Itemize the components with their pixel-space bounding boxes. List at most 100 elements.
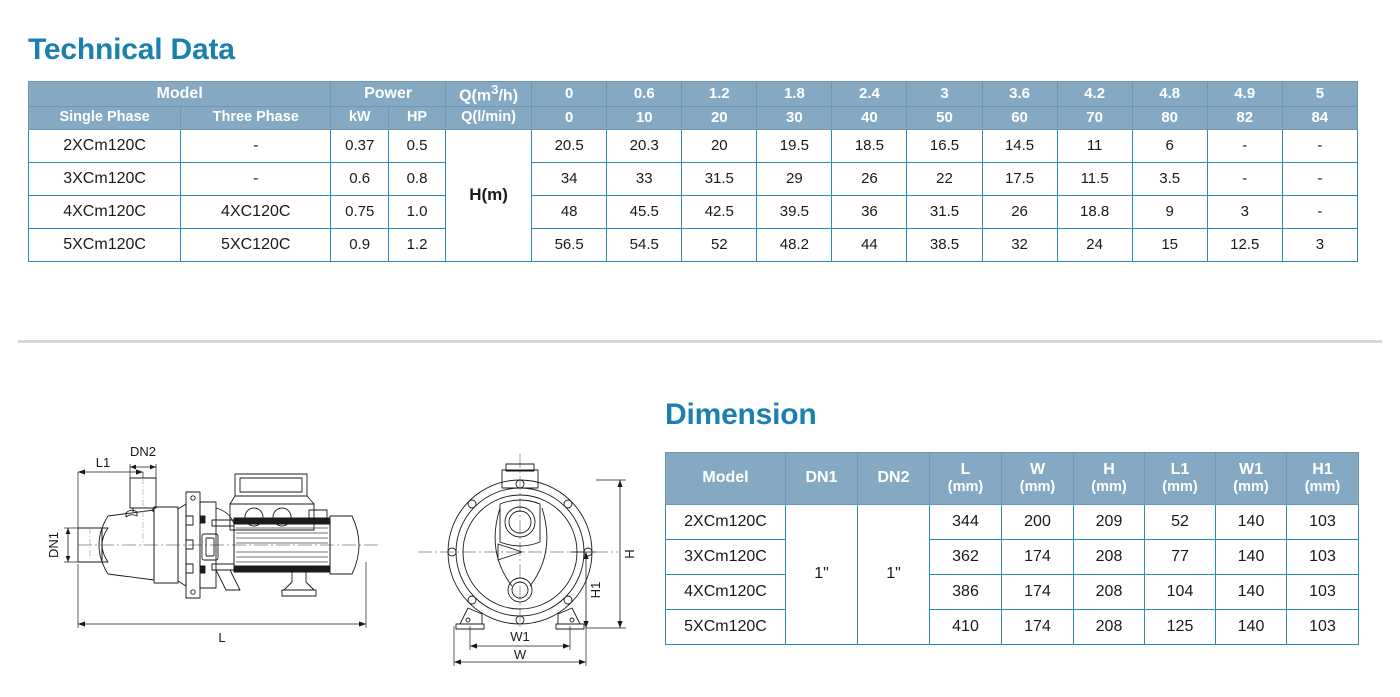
tech-flow-m3h-0: 0: [531, 81, 608, 107]
dim-header-w1-unit: (mm): [1233, 479, 1269, 496]
tech-header-model: Model: [27, 81, 332, 107]
drawing-label-h: H: [622, 549, 637, 558]
q-m3h-text: Q(m: [459, 87, 492, 105]
dim-header-h1-text: H1: [1312, 460, 1333, 478]
dim-header-row: Model DN1 DN2 L (mm) W (mm) H (mm) L1 (mm) W…: [665, 452, 1359, 505]
tech-row-1-head-9: -: [1206, 161, 1283, 196]
drawing-label-l: L: [218, 630, 225, 645]
tech-row-1-head-4: 26: [831, 161, 908, 196]
drawing-label-w1: W1: [510, 629, 530, 644]
tech-flow-m3h-2: 1.2: [681, 81, 758, 107]
dim-row-1-w1: 140: [1215, 539, 1287, 575]
dim-row-0-w: 200: [1001, 504, 1074, 540]
dim-row-3-l: 410: [929, 609, 1002, 645]
table-row: 2XCm120C - 0.37 0.5 H(m) 20.5 20.3 20 19…: [27, 128, 1359, 262]
tech-header-row-2: Single Phase Three Phase kW HP Q(l/min) …: [27, 105, 1359, 130]
tech-row-3-head-9: 12.5: [1206, 227, 1283, 262]
dim-row-2-model: 4XCm120C: [665, 574, 786, 610]
dim-row-3-h: 208: [1073, 609, 1145, 645]
dim-header-l1-unit: (mm): [1162, 479, 1198, 496]
tech-flow-lmin-6: 60: [981, 105, 1058, 130]
table-row: 5XCm120C 5XC120C 0.9 1.2 56.5 54.5 52 48…: [27, 227, 1359, 262]
tech-flow-lmin-1: 10: [606, 105, 683, 130]
dim-row-0-h1: 103: [1286, 504, 1359, 540]
dim-header-l1-text: L1: [1170, 460, 1190, 478]
tech-row-3-hp: 1.2: [388, 227, 446, 262]
tech-flow-lmin-4: 40: [831, 105, 908, 130]
tech-row-0-head-9: -: [1206, 128, 1283, 163]
table-row: 4XCm120C 386 174 208 104 140 103: [665, 574, 1359, 610]
dim-dn1-value: 1": [785, 504, 858, 645]
tech-header-q-lmin: Q(l/min): [444, 105, 533, 130]
dimension-title: Dimension: [665, 398, 817, 431]
table-row: 5XCm120C 410 174 208 125 140 103: [665, 609, 1359, 645]
tech-header-hp: HP: [388, 105, 446, 130]
tech-row-0-kw: 0.37: [330, 128, 390, 163]
tech-row-0-head-1: 20.3: [606, 128, 683, 163]
dim-row-2-w1: 140: [1215, 574, 1287, 610]
tech-row-0-three-phase: -: [180, 128, 332, 163]
pump-drawings: L1 DN2 DN1 L H H1 W1 W: [30, 412, 650, 677]
dim-row-2-h1: 103: [1286, 574, 1359, 610]
tech-header-single-phase: Single Phase: [27, 105, 182, 130]
tech-flow-lmin-0: 0: [531, 105, 608, 130]
tech-header-three-phase: Three Phase: [180, 105, 332, 130]
dim-header-w-text: W: [1029, 460, 1046, 478]
tech-row-2-head-5: 31.5: [906, 194, 983, 229]
tech-flow-lmin-9: 82: [1206, 105, 1283, 130]
tech-header-row-1: Model Power Q(m3/h) 0 0.6 1.2 1.8 2.4 3 …: [27, 81, 1359, 107]
dim-row-1-h: 208: [1073, 539, 1145, 575]
dim-row-0-model: 2XCm120C: [665, 504, 786, 540]
table-row: 3XCm120C - 0.6 0.8 34 33 31.5 29 26 22 1…: [27, 161, 1359, 196]
tech-row-0-head-2: 20: [681, 128, 758, 163]
tech-row-1-head-7: 11.5: [1056, 161, 1133, 196]
tech-flow-lmin-7: 70: [1056, 105, 1133, 130]
tech-row-0-head-7: 11: [1056, 128, 1133, 163]
tech-row-3-three-phase: 5XC120C: [180, 227, 332, 262]
dim-header-l: L (mm): [929, 452, 1002, 505]
tech-flow-m3h-6: 3.6: [981, 81, 1058, 107]
tech-row-1-head-6: 17.5: [981, 161, 1058, 196]
tech-flow-lmin-10: 84: [1281, 105, 1359, 130]
tech-row-0-single-phase: 2XCm120C: [27, 128, 182, 163]
tech-row-3-head-10: 3: [1281, 227, 1359, 262]
tech-flow-m3h-10: 5: [1281, 81, 1359, 107]
tech-row-1-single-phase: 3XCm120C: [27, 161, 182, 196]
dim-header-h: H (mm): [1073, 452, 1145, 505]
technical-data-title: Technical Data: [28, 33, 235, 66]
tech-row-1-hp: 0.8: [388, 161, 446, 196]
tech-row-0-head-6: 14.5: [981, 128, 1058, 163]
dim-header-h-text: H: [1103, 460, 1115, 478]
tech-header-q-m3h: Q(m3/h): [444, 81, 533, 107]
tech-head-label: H(m): [444, 128, 533, 262]
tech-header-kw: kW: [330, 105, 390, 130]
tech-row-3-head-5: 38.5: [906, 227, 983, 262]
table-row: 2XCm120C 1" 1" 344 200 209 52 140 103: [665, 504, 1359, 645]
dim-row-1-l1: 77: [1144, 539, 1216, 575]
dimension-table: Model DN1 DN2 L (mm) W (mm) H (mm) L1 (mm) W…: [665, 452, 1359, 645]
dim-row-3-l1: 125: [1144, 609, 1216, 645]
tech-header-power: Power: [330, 81, 446, 107]
tech-row-3-head-3: 48.2: [756, 227, 833, 262]
tech-row-1-three-phase: -: [180, 161, 332, 196]
tech-row-3-head-8: 15: [1131, 227, 1208, 262]
dim-row-1-model: 3XCm120C: [665, 539, 786, 575]
tech-flow-lmin-5: 50: [906, 105, 983, 130]
tech-row-2-head-10: -: [1281, 194, 1359, 229]
dim-header-h1: H1 (mm): [1286, 452, 1359, 505]
dim-header-model: Model: [665, 452, 786, 505]
tech-flow-lmin-3: 30: [756, 105, 833, 130]
drawing-label-l1: L1: [96, 455, 110, 470]
tech-flow-lmin-2: 20: [681, 105, 758, 130]
dim-header-w1: W1 (mm): [1215, 452, 1287, 505]
q-m3h-tail: /h): [498, 87, 519, 105]
tech-row-2-head-6: 26: [981, 194, 1058, 229]
tech-row-2-three-phase: 4XC120C: [180, 194, 332, 229]
dim-row-2-h: 208: [1073, 574, 1145, 610]
dim-header-dn1: DN1: [785, 452, 858, 505]
tech-flow-m3h-4: 2.4: [831, 81, 908, 107]
drawing-label-w: W: [514, 647, 527, 662]
dim-header-h1-unit: (mm): [1304, 479, 1341, 496]
dim-row-0-l: 344: [929, 504, 1002, 540]
tech-row-2-hp: 1.0: [388, 194, 446, 229]
